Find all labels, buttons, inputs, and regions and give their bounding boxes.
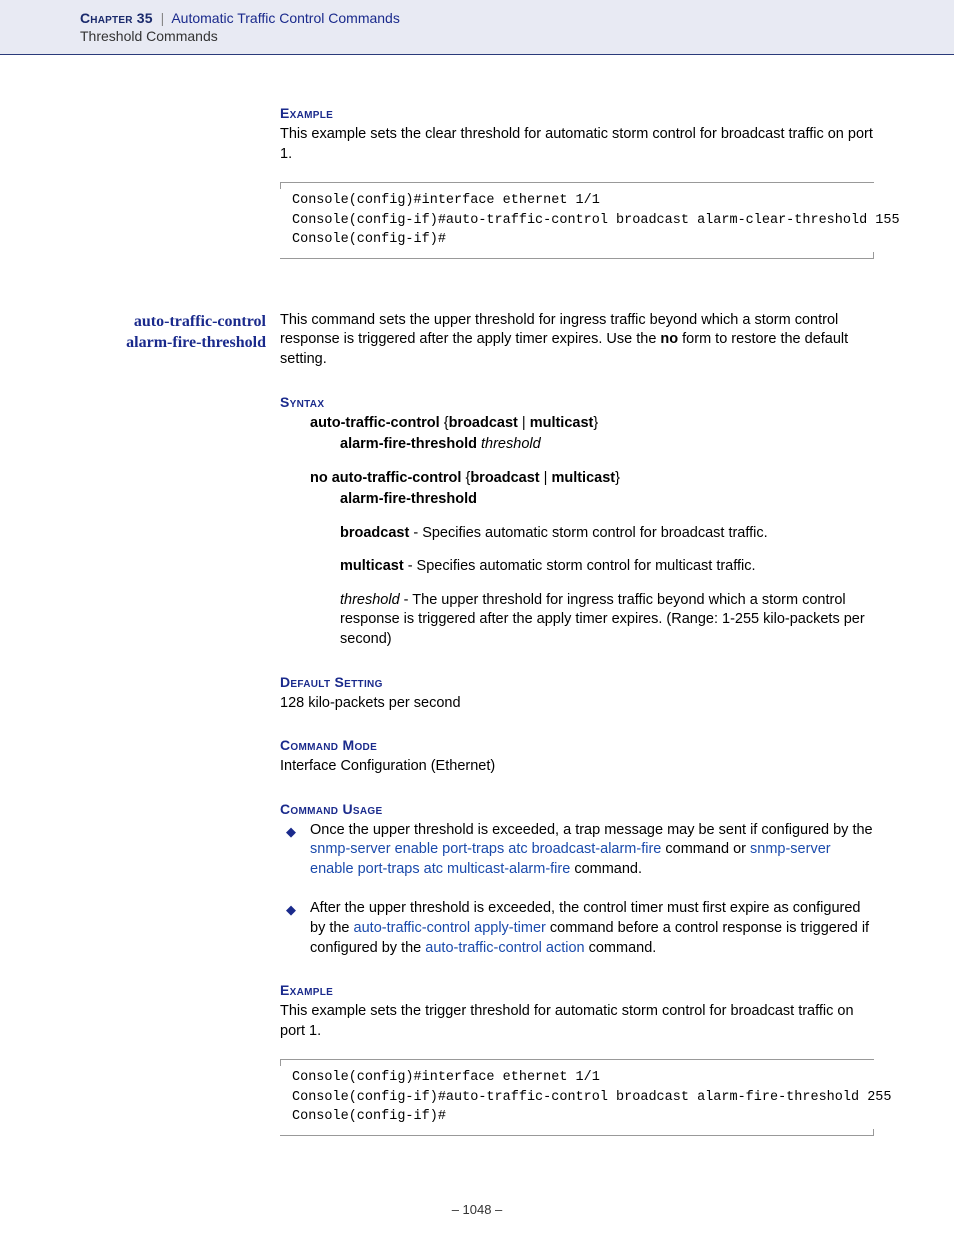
section-heading-usage: Command Usage <box>280 801 874 817</box>
margin-label-line2: alarm-fire-threshold <box>126 334 266 351</box>
section-heading-example: Example <box>280 105 874 121</box>
diamond-bullet-icon: ◆ <box>286 823 310 841</box>
diamond-bullet-icon: ◆ <box>286 901 310 919</box>
example-paragraph: This example sets the clear threshold fo… <box>280 125 874 164</box>
parameter: threshold - The upper threshold for ingr… <box>340 591 874 650</box>
page-number: – 1048 – <box>0 1202 954 1217</box>
command-section: auto-traffic-control alarm-fire-threshol… <box>0 311 954 370</box>
syntax-block: auto-traffic-control {broadcast | multic… <box>280 414 874 650</box>
parameter: broadcast - Specifies automatic storm co… <box>340 524 874 544</box>
chapter-separator: | <box>161 10 165 26</box>
page-header: Chapter 35 | Automatic Traffic Control C… <box>0 0 954 55</box>
chapter-title: Automatic Traffic Control Commands <box>171 10 400 26</box>
list-item: ◆ Once the upper threshold is exceeded, … <box>286 821 874 880</box>
parameter-list: broadcast - Specifies automatic storm co… <box>310 524 874 650</box>
section-heading-default: Default Setting <box>280 674 874 690</box>
link-snmp-broadcast-alarm-fire[interactable]: snmp-server enable port-traps atc broadc… <box>310 841 661 857</box>
section-heading-syntax: Syntax <box>280 394 874 410</box>
margin-label-line1: auto-traffic-control <box>134 313 266 330</box>
code-block: Console(config)#interface ethernet 1/1 C… <box>280 1059 874 1136</box>
main-content: Example This example sets the clear thre… <box>0 105 954 259</box>
bullet-text: Once the upper threshold is exceeded, a … <box>310 821 874 880</box>
syntax-line: alarm-fire-threshold threshold <box>310 435 874 455</box>
chapter-subheader: Threshold Commands <box>80 28 954 44</box>
link-control-action[interactable]: auto-traffic-control action <box>425 940 584 956</box>
command-margin-label: auto-traffic-control alarm-fire-threshol… <box>0 311 280 354</box>
command-mode-text: Interface Configuration (Ethernet) <box>280 757 874 777</box>
default-setting-text: 128 kilo-packets per second <box>280 694 874 714</box>
list-item: ◆ After the upper threshold is exceeded,… <box>286 899 874 958</box>
code-block: Console(config)#interface ethernet 1/1 C… <box>280 182 874 259</box>
bullet-text: After the upper threshold is exceeded, t… <box>310 899 874 958</box>
intro-bold-no: no <box>660 331 678 347</box>
section-heading-mode: Command Mode <box>280 737 874 753</box>
link-apply-timer[interactable]: auto-traffic-control apply-timer <box>354 920 546 936</box>
syntax-line: auto-traffic-control {broadcast | multic… <box>310 414 874 434</box>
example-paragraph: This example sets the trigger threshold … <box>280 1002 874 1041</box>
syntax-line: no auto-traffic-control {broadcast | mul… <box>310 469 874 489</box>
section-heading-example: Example <box>280 982 874 998</box>
syntax-line: alarm-fire-threshold <box>310 490 874 510</box>
usage-bullet-list: ◆ Once the upper threshold is exceeded, … <box>280 821 874 958</box>
parameter: multicast - Specifies automatic storm co… <box>340 557 874 577</box>
command-intro: This command sets the upper threshold fo… <box>280 311 874 370</box>
chapter-line: Chapter 35 | Automatic Traffic Control C… <box>80 10 954 26</box>
chapter-label: Chapter 35 <box>80 10 153 26</box>
